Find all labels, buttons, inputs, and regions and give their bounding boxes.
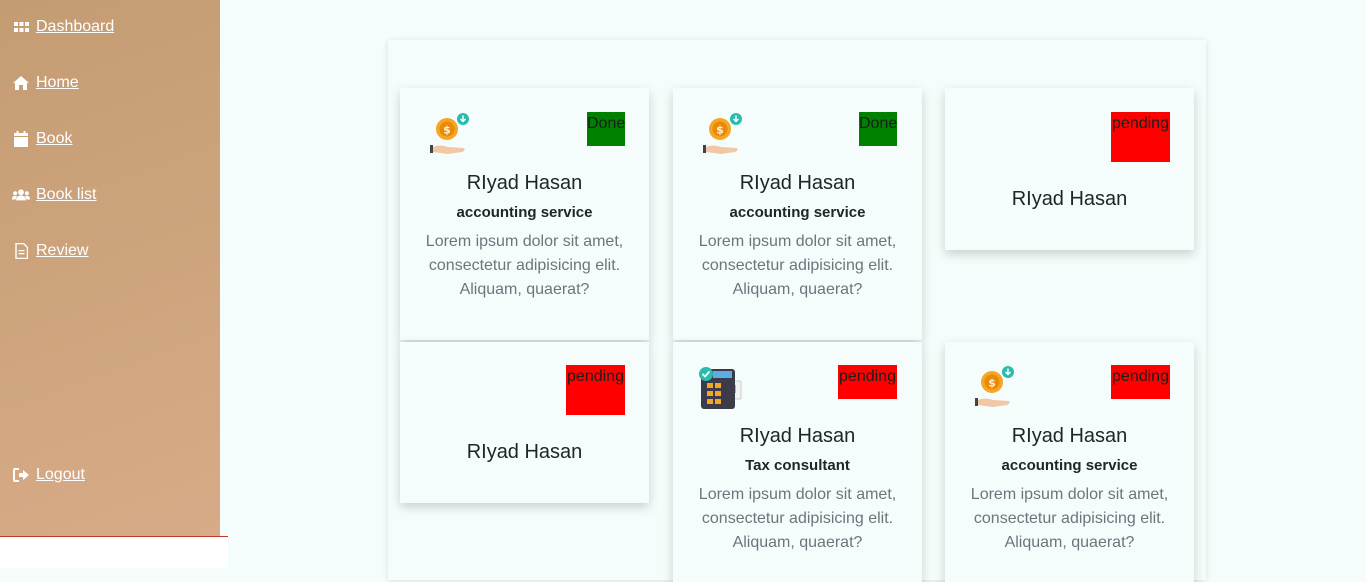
card-description: Lorem ipsum dolor sit amet, consectetur … (698, 486, 897, 551)
service-card[interactable]: $ pending RIyad Hasan accounting service… (945, 342, 1194, 582)
service-card[interactable]: pending RIyad Hasan Tax consultant Lorem… (673, 342, 922, 582)
card-name: RIyad Hasan (1011, 188, 1128, 210)
card-name: RIyad Hasan (739, 425, 856, 447)
coin-hand-icon: $ (701, 112, 743, 156)
status-badge: Done (859, 112, 897, 146)
calendar-icon (12, 130, 30, 148)
card-description: Lorem ipsum dolor sit amet, consectetur … (970, 486, 1169, 551)
document-icon (12, 242, 30, 260)
calculator-icon (697, 365, 742, 409)
svg-text:$: $ (988, 377, 996, 390)
status-badge: pending (1111, 365, 1170, 399)
svg-text:$: $ (716, 124, 724, 137)
logout-button[interactable]: Logout (12, 466, 85, 484)
service-card[interactable]: pending RIyad Hasan (945, 88, 1194, 250)
sidebar-item-label: Home (36, 74, 79, 91)
card-name: RIyad Hasan (1011, 425, 1128, 447)
coin-hand-icon: $ (973, 365, 1015, 409)
card-name: RIyad Hasan (466, 441, 583, 463)
service-card[interactable]: $ Done RIyad Hasan accounting service Lo… (400, 88, 649, 340)
sidebar-footer (0, 537, 228, 568)
card-description: Lorem ipsum dolor sit amet, consectetur … (698, 233, 897, 298)
status-badge: pending (1111, 112, 1170, 162)
svg-text:$: $ (443, 124, 451, 137)
sidebar-item-label: Book (36, 130, 73, 147)
sidebar-item-label: Review (36, 242, 89, 259)
sidebar-item-review[interactable]: Review (12, 242, 88, 260)
sidebar-item-book[interactable]: Book (12, 130, 72, 148)
sidebar-item-book-list[interactable]: Book list (12, 186, 96, 204)
sidebar-item-label: Book list (36, 186, 97, 203)
card-service: accounting service (1001, 457, 1138, 474)
sidebar-item-dashboard[interactable]: Dashboard (12, 18, 114, 36)
cards-panel: $ Done RIyad Hasan accounting service Lo… (388, 40, 1206, 582)
home-icon (12, 74, 30, 92)
service-card[interactable]: pending RIyad Hasan (400, 342, 649, 503)
service-card[interactable]: $ Done RIyad Hasan accounting service Lo… (673, 88, 922, 340)
status-badge: pending (566, 365, 625, 415)
sidebar-item-label: Dashboard (36, 18, 115, 35)
card-name: RIyad Hasan (466, 172, 583, 194)
sidebar-item-home[interactable]: Home (12, 74, 79, 92)
users-icon (12, 186, 30, 204)
sidebar: Dashboard Home Book Book list Review Log… (0, 0, 220, 536)
status-badge: Done (587, 112, 625, 146)
grid-icon (12, 18, 30, 36)
logout-label: Logout (36, 466, 85, 483)
card-service: Tax consultant (745, 457, 850, 474)
sign-out-icon (12, 466, 30, 484)
card-description: Lorem ipsum dolor sit amet, consectetur … (425, 233, 624, 298)
status-badge: pending (838, 365, 897, 399)
card-service: accounting service (729, 204, 866, 221)
card-service: accounting service (456, 204, 593, 221)
card-name: RIyad Hasan (739, 172, 856, 194)
coin-hand-icon: $ (428, 112, 470, 156)
